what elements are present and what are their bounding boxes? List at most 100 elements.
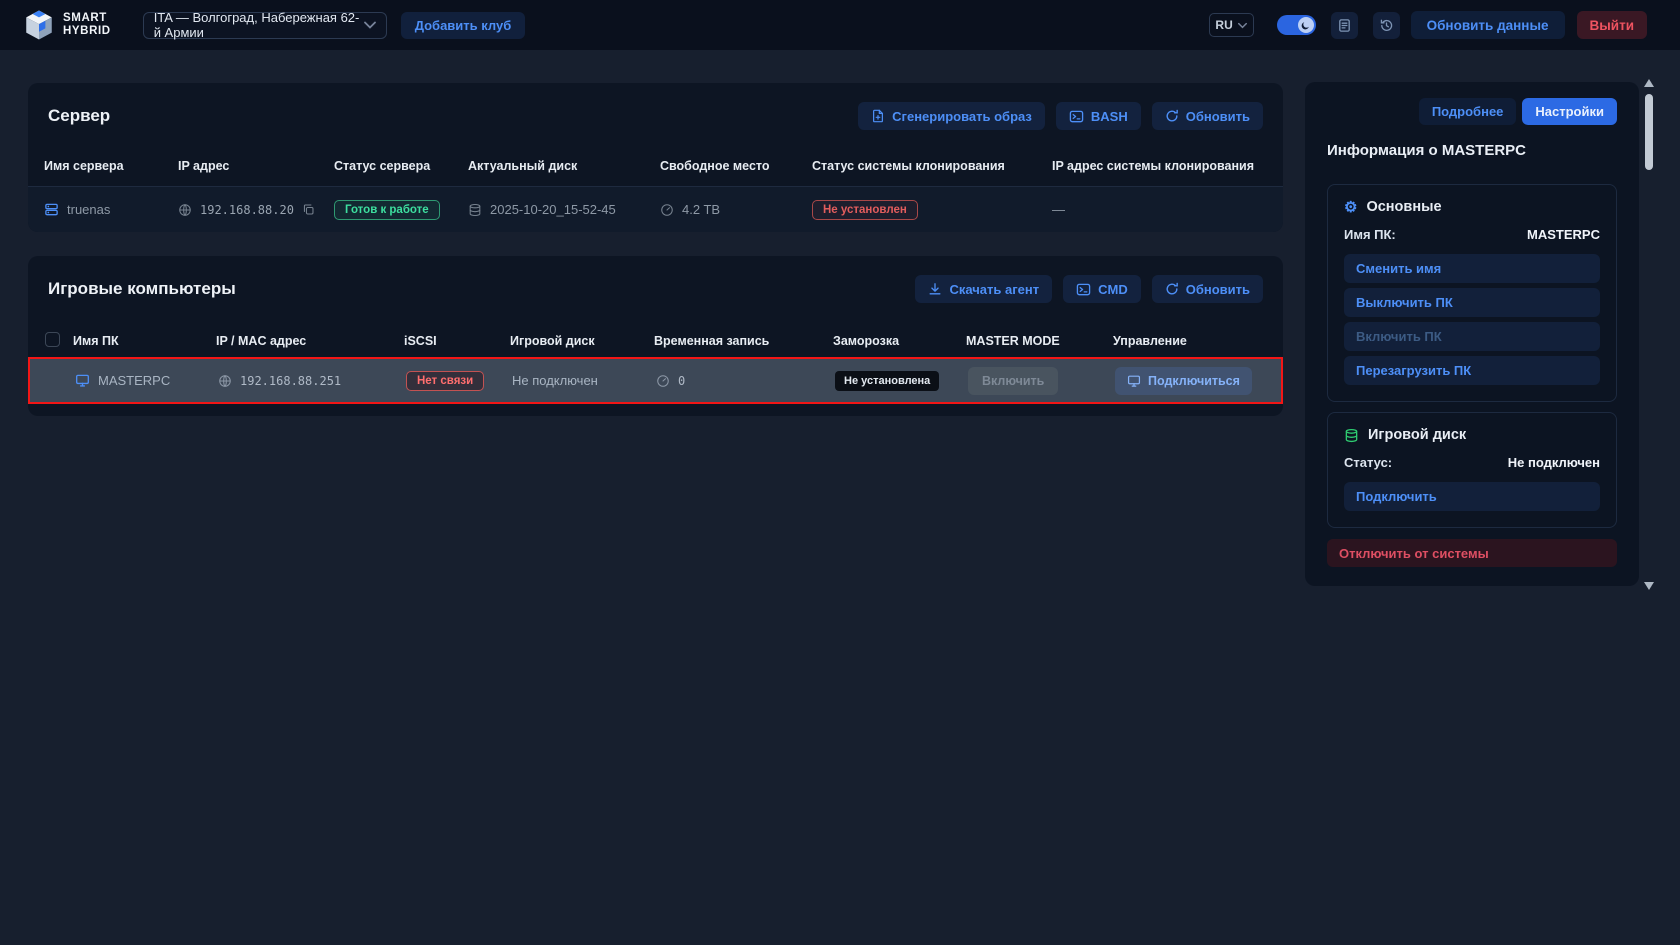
gaming-pcs-panel: Игровые компьютеры Скачать агент CMD	[28, 256, 1283, 416]
tab-details[interactable]: Подробнее	[1419, 98, 1517, 125]
column-header: Имя ПК	[73, 334, 216, 348]
sidebar-title: Информация о MASTERPC	[1327, 142, 1617, 159]
download-icon	[928, 282, 942, 296]
chevron-down-icon	[1238, 22, 1247, 29]
pc-name-value: MASTERPC	[1527, 227, 1600, 242]
logout-button[interactable]: Выйти	[1577, 11, 1648, 39]
shutdown-pc-button[interactable]: Выключить ПК	[1344, 288, 1600, 317]
moon-icon	[1298, 17, 1314, 33]
server-panel: Сервер Сгенерировать образ BASH	[28, 83, 1283, 232]
scroll-up-arrow[interactable]	[1644, 79, 1654, 87]
column-header: Свободное место	[660, 159, 812, 173]
column-header: Актуальный диск	[468, 159, 660, 173]
server-icon	[44, 202, 59, 217]
download-agent-button[interactable]: Скачать агент	[915, 275, 1052, 303]
game-disk-section-title: Игровой диск	[1368, 427, 1466, 443]
temp-write-value: 0	[678, 374, 685, 388]
chevron-down-icon	[364, 21, 376, 29]
general-section-title: Основные	[1366, 199, 1441, 215]
globe-icon	[218, 374, 232, 388]
column-header: IP адрес системы клонирования	[1052, 159, 1283, 173]
cube-logo-icon	[22, 8, 56, 42]
document-log-icon	[1337, 18, 1352, 33]
monitor-icon	[75, 373, 90, 388]
globe-icon	[178, 203, 192, 217]
select-all-checkbox[interactable]	[45, 332, 60, 347]
server-status-badge: Готов к работе	[334, 200, 440, 220]
column-header: Временная запись	[654, 334, 833, 348]
gauge-icon	[660, 203, 674, 217]
refresh-data-button[interactable]: Обновить данные	[1411, 11, 1565, 39]
monitor-icon	[1127, 374, 1141, 388]
brand-logo: SMART HYBRID	[22, 8, 111, 42]
server-refresh-button[interactable]: Обновить	[1152, 102, 1263, 130]
master-mode-enable-button[interactable]: Включить	[968, 367, 1058, 395]
club-selector-value: ITA — Волгоград, Набережная 62-й Армии	[154, 10, 364, 40]
column-header: Статус сервера	[334, 159, 468, 173]
scrollbar-thumb[interactable]	[1645, 94, 1653, 170]
pcs-refresh-button[interactable]: Обновить	[1152, 275, 1263, 303]
server-table-row[interactable]: truenas 192.168.88.20 Готов к работе	[28, 186, 1283, 232]
terminal-icon	[1076, 282, 1091, 297]
terminal-icon	[1069, 109, 1084, 124]
info-sidebar: Подробнее Настройки Информация о MASTERP…	[1305, 82, 1639, 586]
file-plus-icon	[871, 109, 885, 123]
bash-button[interactable]: BASH	[1056, 102, 1141, 130]
refresh-icon	[1165, 282, 1179, 296]
iscsi-status-badge: Нет связи	[406, 371, 484, 391]
topbar: SMART HYBRID ITA — Волгоград, Набережная…	[0, 0, 1680, 50]
club-selector[interactable]: ITA — Волгоград, Набережная 62-й Армии	[143, 12, 387, 39]
column-header: Заморозка	[833, 334, 966, 348]
generate-image-button[interactable]: Сгенерировать образ	[858, 102, 1045, 130]
tab-settings[interactable]: Настройки	[1522, 98, 1617, 125]
general-section: ⚙ Основные Имя ПК: MASTERPC Сменить имя …	[1327, 184, 1617, 402]
column-header: IP / MAC адрес	[216, 334, 404, 348]
scroll-down-arrow[interactable]	[1644, 582, 1654, 590]
freeze-status-chip: Не установлена	[835, 371, 939, 391]
history-clock-icon	[1379, 18, 1394, 33]
history-button[interactable]	[1373, 12, 1400, 39]
sidebar-scrollbar[interactable]	[1643, 79, 1655, 590]
pc-name: MASTERPC	[98, 373, 170, 388]
pc-name-label: Имя ПК:	[1344, 227, 1396, 242]
disconnect-from-system-button[interactable]: Отключить от системы	[1327, 539, 1617, 567]
brand-text: SMART HYBRID	[63, 12, 111, 38]
reboot-pc-button[interactable]: Перезагрузить ПК	[1344, 356, 1600, 385]
pc-table-row-highlighted[interactable]: MASTERPC 192.168.88.251 Нет связи Не под…	[28, 357, 1283, 404]
server-panel-title: Сервер	[48, 106, 110, 126]
column-header: Статус системы клонирования	[812, 159, 1052, 173]
gear-icon: ⚙	[1344, 200, 1357, 215]
cloning-status-badge: Не установлен	[812, 200, 918, 220]
column-header: Имя сервера	[44, 159, 178, 173]
power-on-pc-button[interactable]: Включить ПК	[1344, 322, 1600, 351]
disk-status-value: Не подключен	[1508, 455, 1600, 470]
rename-pc-button[interactable]: Сменить имя	[1344, 254, 1600, 283]
connect-disk-button[interactable]: Подключить	[1344, 482, 1600, 511]
server-table-header: Имя сервера IP адрес Статус сервера Акту…	[28, 153, 1283, 179]
logs-button[interactable]	[1331, 12, 1358, 39]
game-disk-status: Не подключен	[512, 373, 598, 388]
column-header: MASTER MODE	[966, 334, 1113, 348]
pcs-table-header: Имя ПК IP / MAC адрес iSCSI Игровой диск…	[28, 328, 1283, 354]
refresh-icon	[1165, 109, 1179, 123]
column-header: Управление	[1113, 334, 1283, 348]
server-name: truenas	[67, 202, 110, 217]
language-value: RU	[1215, 18, 1232, 32]
actual-disk-value: 2025-10-20_15-52-45	[490, 202, 616, 217]
gauge-icon	[656, 374, 670, 388]
server-ip: 192.168.88.20	[200, 203, 294, 217]
column-header: iSCSI	[404, 334, 510, 348]
copy-icon[interactable]	[302, 203, 315, 216]
column-header: Игровой диск	[510, 334, 654, 348]
add-club-button[interactable]: Добавить клуб	[401, 12, 526, 39]
gaming-pcs-title: Игровые компьютеры	[48, 279, 236, 299]
connect-button[interactable]: Подключиться	[1115, 367, 1252, 395]
column-header: IP адрес	[178, 159, 334, 173]
disk-icon	[468, 203, 482, 217]
database-icon	[1344, 428, 1359, 443]
theme-toggle[interactable]	[1277, 15, 1316, 35]
language-selector[interactable]: RU	[1209, 13, 1254, 37]
cmd-button[interactable]: CMD	[1063, 275, 1141, 303]
free-space-value: 4.2 TB	[682, 202, 720, 217]
game-disk-section: Игровой диск Статус: Не подключен Подклю…	[1327, 412, 1617, 528]
